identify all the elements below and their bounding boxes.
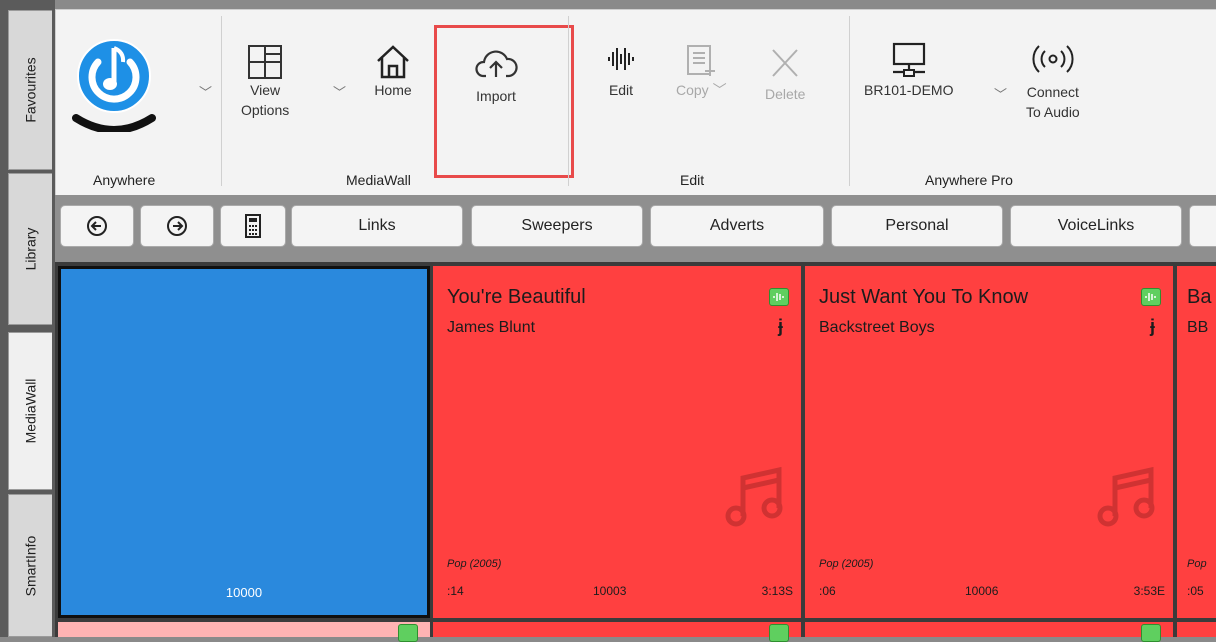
media-tile[interactable]: Ba BB Pop :05 [1177,266,1216,618]
media-tile[interactable]: You're Beautiful James Blunt ɉ Pop (2005… [433,266,801,618]
connect-to-audio-button[interactable]: Connect To Audio [1026,42,1080,122]
tab-mediawall[interactable]: MediaWall [8,332,52,490]
divider [221,16,222,186]
tile-genre: Pop (2005) [819,558,874,570]
copy-list-icon [687,45,716,76]
tab-favourites[interactable]: Favourites [8,10,52,170]
delete-button[interactable]: Delete [765,48,805,104]
connect-label-1: Connect [1026,84,1079,100]
waveform-badge-icon [1141,288,1161,306]
chevron-down-icon[interactable]: ﹀ [199,82,212,101]
group-label-anywhere: Anywhere [93,172,156,188]
forward-button[interactable] [140,205,214,247]
waveform-badge-icon [398,624,418,642]
edit-button[interactable]: Edit [606,44,636,100]
home-icon [377,45,409,79]
tile-artist: Backstreet Boys [819,319,935,336]
tile-duration: 3:13S [761,584,793,598]
broadcast-icon [1032,45,1074,73]
tile-intro: :06 [819,584,836,598]
tile-artist: James Blunt [447,319,536,336]
layout-grid-icon [248,45,283,79]
category-voicelinks[interactable]: VoiceLinks [1010,205,1182,247]
computer-network-icon [892,42,925,77]
tile-genre: Pop (2005) [447,558,502,570]
tile-number: 10006 [965,584,999,598]
side-tab-strip: Favourites Library MediaWall SmartInfo [0,0,55,637]
copy-button[interactable]: Copy ﹀ [676,44,727,100]
device-name: BR101-DEMO [864,82,954,98]
music-note-icon [725,466,783,527]
music-note-icon [1097,466,1155,527]
tile-duration: 3:53E [1133,584,1165,598]
category-sweepers[interactable]: Sweepers [471,205,643,247]
media-tile[interactable]: 10000 [58,266,430,618]
divider [849,16,850,186]
tab-label: SmartInfo [22,535,39,596]
close-icon [772,49,798,77]
media-tile[interactable]: Just Want You To Know Backstreet Boys ɉ … [805,266,1173,618]
view-options-label-1: View [250,82,281,98]
home-label: Home [374,82,412,98]
group-label-edit: Edit [680,172,705,188]
media-tile[interactable] [433,622,801,642]
group-label-anywhere-pro: Anywhere Pro [925,172,1013,188]
tile-number: 10003 [593,584,627,598]
tab-library[interactable]: Library [8,173,52,325]
tab-smartinfo[interactable]: SmartInfo [8,494,52,637]
media-tile[interactable] [58,622,430,642]
chevron-down-icon[interactable]: ﹀ [713,82,727,98]
waveform-badge-icon [769,624,789,642]
view-options-button[interactable]: View Options [241,44,289,120]
chevron-down-icon[interactable]: ﹀ [994,84,1007,103]
calculator-icon [245,214,261,238]
hook-icon: ɉ [1149,316,1155,336]
media-tile[interactable] [805,622,1173,642]
tile-number: 10000 [225,585,263,600]
tab-label: MediaWall [22,378,39,444]
ribbon: ﹀ Anywhere View Options ﹀ Home Import Me… [55,9,1216,195]
tab-label: Favourites [22,57,39,123]
group-label-mediawall: MediaWall [346,172,411,188]
chevron-down-icon[interactable]: ﹀ [333,82,346,101]
tile-intro: :05 [1187,584,1204,598]
home-button[interactable]: Home [374,44,412,100]
back-arrow-icon [87,216,107,236]
tile-title: Ba [1187,286,1212,308]
tile-genre: Pop [1187,558,1207,570]
tile-intro: :14 [447,584,464,598]
device-selector[interactable]: BR101-DEMO [864,42,953,100]
waveform-badge-icon [769,288,789,306]
copy-label: Copy [676,82,709,98]
hook-icon: ɉ [777,316,783,336]
tile-artist: BB [1187,319,1209,336]
back-button[interactable] [60,205,134,247]
waveform-icon [608,48,634,70]
view-options-label-2: Options [241,102,290,118]
media-wall-grid: 10000 You're Beautiful James Blunt ɉ Pop… [55,262,1216,642]
anywhere-logo-button[interactable] [68,32,160,132]
edit-label: Edit [608,82,634,98]
forward-arrow-icon [167,216,187,236]
category-links[interactable]: Links [291,205,463,247]
divider [568,16,569,186]
calculator-button[interactable] [220,205,286,247]
media-tile[interactable] [1177,622,1216,637]
connect-label-2: To Audio [1026,104,1080,120]
category-personal[interactable]: Personal [831,205,1003,247]
tile-title: You're Beautiful [447,286,586,308]
category-more[interactable] [1189,205,1216,247]
category-adverts[interactable]: Adverts [650,205,824,247]
import-highlight-box [434,25,574,178]
tile-title: Just Want You To Know [819,286,1029,308]
anywhere-logo-icon [72,39,156,132]
tab-label: Library [22,227,39,271]
category-bar: Links Sweepers Adverts Personal VoiceLin… [55,195,1216,262]
waveform-badge-icon [1141,624,1161,642]
delete-label: Delete [765,86,806,102]
